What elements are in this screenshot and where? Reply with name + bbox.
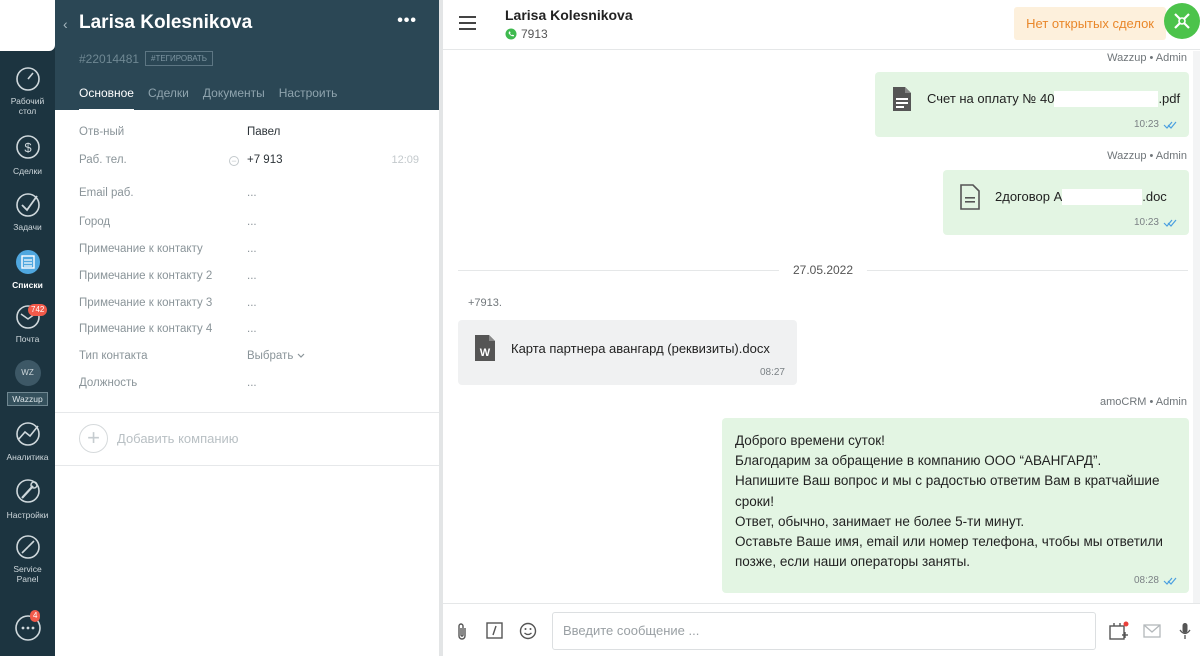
send-icon[interactable]	[1143, 624, 1161, 638]
message-sender: amoCRM • Admin	[1100, 396, 1187, 408]
nav-wazzup[interactable]: WZ Wazzup	[0, 360, 55, 406]
redacted-text	[1054, 91, 1159, 108]
file-message[interactable]: 2договор А .doc 10:23	[943, 170, 1189, 235]
message-sender: +7913.	[468, 297, 502, 309]
composer: Введите сообщение ...	[443, 603, 1200, 656]
analytics-icon	[15, 422, 40, 446]
tasks-icon	[15, 193, 40, 217]
lists-icon	[15, 250, 40, 274]
microphone-icon[interactable]	[1179, 622, 1191, 640]
date-separator: 27.05.2022	[458, 263, 1188, 277]
nav-tasks[interactable]: Задачи	[0, 192, 55, 232]
file-message[interactable]: Счет на оплату № 40 .pdf 10:23	[875, 72, 1189, 137]
card-header: ‹ Larisa Kolesnikova ••• #22014481 #ТЕГИ…	[55, 0, 439, 111]
remove-phone-icon[interactable]: −	[229, 156, 239, 166]
field-note-4: Примечание к контакту 4 ...	[79, 323, 257, 335]
nav-lists[interactable]: Списки	[0, 248, 55, 290]
tab-documents[interactable]: Документы	[203, 86, 265, 111]
contact-name[interactable]: Larisa Kolesnikova	[79, 12, 252, 34]
nav-deals[interactable]: $ Сделки	[0, 132, 55, 176]
attach-icon[interactable]	[455, 622, 469, 642]
plus-icon: +	[79, 424, 108, 453]
double-check-icon	[1163, 577, 1177, 585]
contact-type-select[interactable]: Выбрать	[247, 350, 305, 362]
menu-icon[interactable]	[459, 16, 476, 30]
message-input[interactable]: Введите сообщение ...	[552, 612, 1096, 650]
field-work-phone: Раб. тел. − +7 913 12:09	[79, 154, 419, 166]
back-chevron-icon[interactable]: ‹	[63, 16, 68, 32]
field-note-2: Примечание к контакту 2 ...	[79, 270, 257, 282]
field-note-3: Примечание к контакту 3 ...	[79, 297, 257, 309]
chevron-down-icon	[297, 353, 305, 358]
message-sender: Wazzup • Admin	[1107, 52, 1187, 64]
field-value[interactable]: ...	[247, 323, 257, 335]
field-value[interactable]: ...	[247, 297, 257, 309]
scrollbar[interactable]	[1193, 51, 1200, 603]
chat-contact-name: Larisa Kolesnikova	[505, 7, 633, 23]
wazzup-icon: WZ	[14, 360, 41, 386]
phone-time: 12:09	[391, 154, 419, 166]
more-options-icon[interactable]: •••	[397, 12, 417, 30]
mail-count-badge: 742	[28, 304, 48, 316]
field-value[interactable]: ...	[247, 187, 257, 199]
divider	[55, 465, 439, 466]
text-message[interactable]: Доброго времени суток! Благодарим за обр…	[722, 418, 1189, 593]
divider	[55, 412, 439, 413]
connect-button[interactable]	[1164, 3, 1200, 39]
no-deals-button[interactable]: Нет открытых сделок	[1014, 7, 1166, 40]
wazzup-label: Wazzup	[7, 392, 48, 406]
message-sender: Wazzup • Admin	[1107, 150, 1187, 162]
cross-arrows-icon	[1174, 13, 1190, 29]
field-value[interactable]: ...	[247, 377, 257, 389]
word-document-icon: W	[475, 335, 495, 361]
card-tabs: Основное Сделки Документы Настроить	[79, 86, 337, 111]
chat-header: Larisa Kolesnikova 7913 Нет открытых сде…	[443, 0, 1200, 50]
redacted-text	[1062, 189, 1143, 206]
file-message[interactable]: W Карта партнера авангард (реквизиты).do…	[458, 320, 797, 385]
field-value[interactable]: ...	[247, 243, 257, 255]
double-check-icon	[1163, 121, 1177, 129]
add-attachment-icon[interactable]	[1109, 621, 1129, 641]
add-company-button[interactable]: + Добавить компанию	[79, 424, 239, 453]
double-check-icon	[1163, 219, 1177, 227]
field-value[interactable]: Павел	[247, 126, 280, 138]
logo[interactable]	[0, 0, 55, 51]
field-email: Email раб. ...	[79, 187, 257, 199]
nav-settings[interactable]: Настройки	[0, 476, 55, 520]
field-value[interactable]: +7 913	[247, 154, 283, 166]
chat-panel: Larisa Kolesnikova 7913 Нет открытых сде…	[443, 0, 1200, 656]
main-nav: Рабочий стол $ Сделки Задачи Списки Почт…	[0, 0, 55, 656]
message-list: Wazzup • Admin Счет на оплату № 40 .pdf 1…	[443, 51, 1193, 603]
svg-text:$: $	[24, 140, 32, 155]
tab-main[interactable]: Основное	[79, 86, 134, 111]
nav-chats[interactable]: 4	[0, 610, 55, 646]
tag-button[interactable]: #ТЕГИРОВАТЬ	[145, 51, 214, 66]
field-position: Должность ...	[79, 377, 257, 389]
field-contact-type: Тип контакта Выбрать	[79, 350, 419, 370]
service-panel-icon	[15, 535, 40, 559]
contact-card: ‹ Larisa Kolesnikova ••• #22014481 #ТЕГИ…	[55, 0, 439, 656]
field-value[interactable]: ...	[247, 270, 257, 282]
templates-icon[interactable]	[486, 622, 503, 639]
contact-id: #22014481	[79, 52, 140, 66]
document-icon	[960, 184, 980, 210]
deals-icon: $	[15, 135, 40, 159]
dashboard-icon	[15, 67, 40, 91]
nav-mail[interactable]: Почта 742	[0, 304, 55, 344]
field-note-1: Примечание к контакту ...	[79, 243, 257, 255]
field-value[interactable]: ...	[247, 216, 257, 228]
whatsapp-icon	[505, 28, 517, 40]
svg-text:W: W	[480, 347, 491, 359]
tab-deals[interactable]: Сделки	[148, 86, 189, 111]
tab-configure[interactable]: Настроить	[279, 86, 338, 111]
emoji-icon[interactable]	[519, 622, 537, 640]
nav-dashboard[interactable]: Рабочий стол	[0, 66, 55, 116]
nav-analytics[interactable]: Аналитика	[0, 420, 55, 462]
field-responsible: Отв-ный Павел	[79, 126, 281, 138]
nav-service-panel[interactable]: Service Panel	[0, 534, 55, 584]
field-city: Город ...	[79, 216, 257, 228]
settings-icon	[15, 479, 40, 503]
chat-contact-phone: 7913	[505, 27, 548, 41]
document-icon	[893, 87, 911, 111]
